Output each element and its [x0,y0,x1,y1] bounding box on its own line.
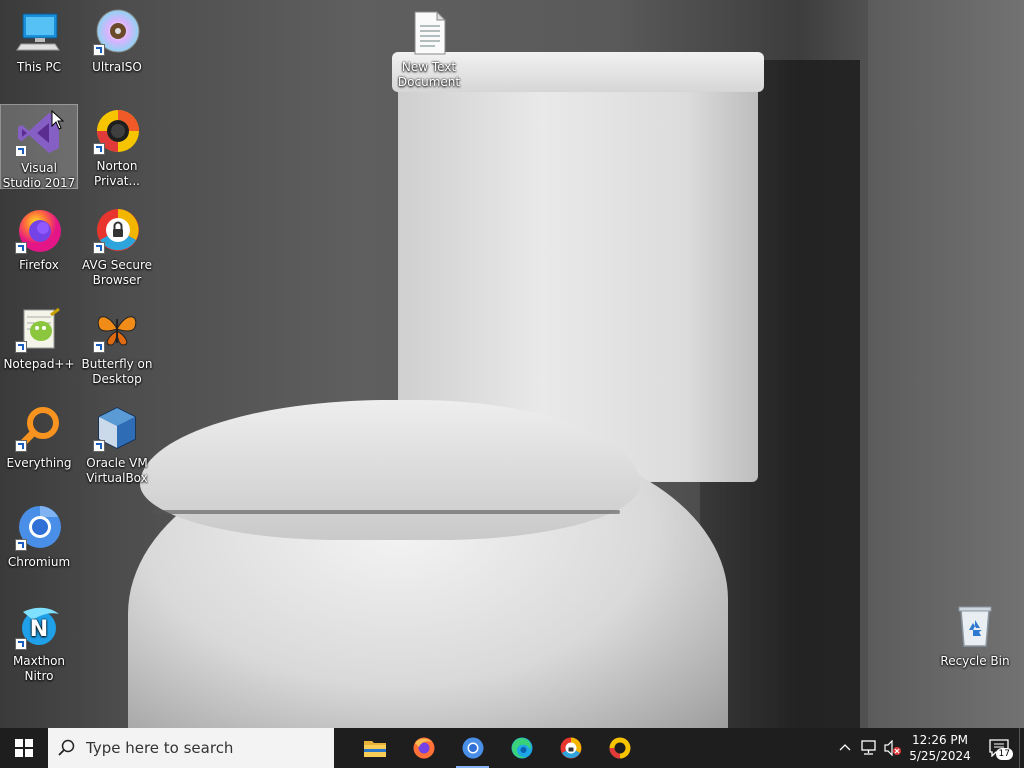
desktop-icon-label: Firefox [19,258,59,272]
avg-browser-icon [560,737,581,759]
start-button[interactable] [0,728,48,768]
taskbar-app-norton-private-browser[interactable] [595,728,644,768]
shortcut-arrow-icon [93,242,105,254]
computer-icon [15,8,63,56]
desktop-icon-label: Chromium [7,555,71,569]
action-center-button[interactable]: 17 [979,728,1019,768]
desktop-icon-ultraiso[interactable]: UltraISO [79,4,155,75]
desktop-icon-label: Visual Studio 2017 [2,161,76,190]
notification-count-badge: 17 [995,748,1013,760]
desktop[interactable]: This PC UltraISO New Text Document Visua… [0,0,1024,728]
shortcut-arrow-icon [93,440,105,452]
svg-text:N: N [30,617,48,642]
text-file-icon [405,8,453,56]
desktop-icon-label: Recycle Bin [940,654,1010,668]
system-tray: 12:26 PM 5/25/2024 17 [833,728,1024,768]
desktop-icon-chromium[interactable]: Chromium [1,499,77,570]
show-hidden-icons-button[interactable] [833,728,857,768]
wallpaper-seat-edge [150,510,620,514]
taskbar-clock[interactable]: 12:26 PM 5/25/2024 [909,732,971,764]
clock-date: 5/25/2024 [909,749,971,763]
desktop-icon-firefox[interactable]: Firefox [1,202,77,273]
edge-icon [511,737,532,759]
shortcut-arrow-icon [93,341,105,353]
shortcut-arrow-icon [15,341,27,353]
taskbar-app-edge[interactable] [497,728,546,768]
virtualbox-icon [93,404,141,452]
desktop-icon-label: Oracle VM VirtualBox [86,456,148,485]
chevron-up-icon [839,744,851,751]
desktop-icon-label: UltraISO [92,60,142,74]
desktop-icon-label: Everything [6,456,72,470]
desktop-icon-visual-studio-2017[interactable]: Visual Studio 2017 [0,104,78,190]
desktop-icon-butterfly-on-desktop[interactable]: Butterfly on Desktop [79,301,155,387]
desktop-icon-label: Notepad++ [3,357,75,371]
recycle-bin-icon [951,602,999,650]
desktop-icon-label: AVG Secure Browser [81,258,153,287]
notepadpp-icon [15,305,63,353]
firefox-icon [15,206,63,254]
desktop-icon-new-text-document[interactable]: New Text Document [391,4,467,90]
wallpaper-toilet-seat [140,400,640,540]
desktop-icon-oracle-vm-virtualbox[interactable]: Oracle VM VirtualBox [79,400,155,486]
shortcut-arrow-icon [15,145,27,157]
shortcut-arrow-icon [15,638,27,650]
firefox-icon [413,737,434,759]
taskbar-app-avg-secure-browser[interactable] [546,728,595,768]
desktop-icon-label: Butterfly on Desktop [81,357,153,386]
shortcut-arrow-icon [15,242,27,254]
search-icon [58,739,75,756]
folder-icon [363,741,386,757]
desktop-icon-label: Maxthon Nitro [12,654,66,683]
taskbar-app-file-explorer[interactable] [350,728,399,768]
chromium-icon [15,503,63,551]
windows-logo-icon [15,739,33,757]
taskbar-app-chromium[interactable] [448,728,497,768]
avg-browser-icon [93,206,141,254]
desktop-icon-notepadpp[interactable]: Notepad++ [1,301,77,372]
desktop-icon-everything[interactable]: Everything [1,400,77,471]
search-placeholder: Type here to search [86,739,234,757]
volume-muted-icon [884,740,901,756]
network-icon [861,740,876,755]
disc-icon [93,8,141,56]
chromium-icon [462,737,483,759]
norton-browser-icon [609,737,630,759]
desktop-icon-recycle-bin[interactable]: Recycle Bin [937,598,1013,669]
taskbar-app-firefox[interactable] [399,728,448,768]
desktop-icon-maxthon-nitro[interactable]: N Maxthon Nitro [1,598,77,684]
taskbar: Type here to search 12:26 PM 5/25/2024 1… [0,728,1024,768]
volume-tray-button[interactable] [881,728,905,768]
mouse-cursor-icon [51,110,65,130]
clock-time: 12:26 PM [912,733,968,747]
desktop-icon-label: New Text Document [397,60,461,89]
network-tray-button[interactable] [857,728,881,768]
everything-search-icon [15,404,63,452]
maxthon-icon: N [15,602,63,650]
desktop-icon-label: This PC [17,60,61,74]
shortcut-arrow-icon [15,440,27,452]
shortcut-arrow-icon [15,539,27,551]
taskbar-search-box[interactable]: Type here to search [48,728,334,768]
butterfly-icon [93,305,141,353]
desktop-icon-this-pc[interactable]: This PC [1,4,77,75]
norton-browser-icon [93,107,141,155]
desktop-icon-avg-secure-browser[interactable]: AVG Secure Browser [79,202,155,288]
desktop-icon-label: Norton Privat... [94,159,140,188]
shortcut-arrow-icon [93,44,105,56]
shortcut-arrow-icon [93,143,105,155]
desktop-icon-norton-private-browser[interactable]: Norton Privat... [79,103,155,189]
show-desktop-button[interactable] [1019,728,1024,768]
